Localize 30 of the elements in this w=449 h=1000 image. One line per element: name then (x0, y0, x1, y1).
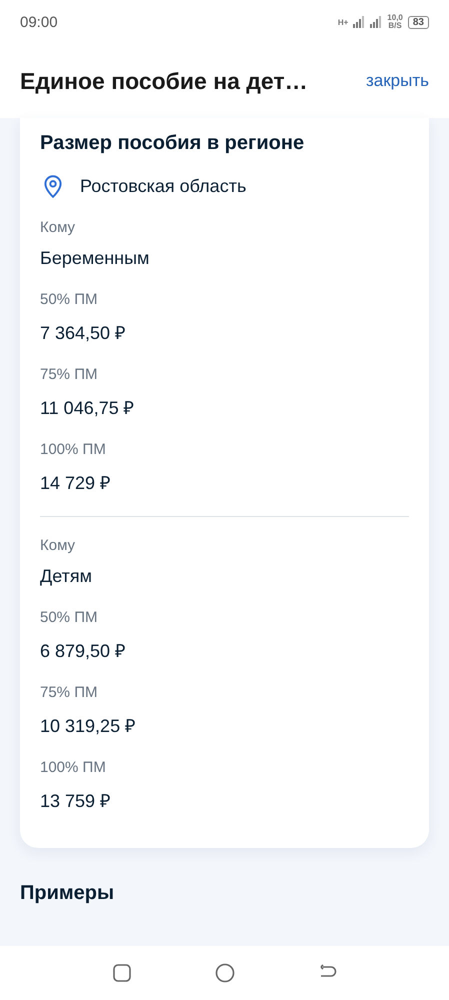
page-title: Единое пособие на дет… (20, 68, 308, 94)
field-value: 10 319,25 ₽ (40, 715, 136, 737)
field-value: Беременным (40, 248, 150, 269)
field-label: 100% ПМ (40, 759, 107, 776)
field-label: 50% ПМ (40, 291, 98, 308)
speed-unit: B/S (388, 22, 402, 30)
status-time: 09:00 (20, 14, 58, 30)
battery-level: 83 (408, 16, 429, 28)
field-value: 14 729 ₽ (40, 472, 112, 494)
field-label: Кому (40, 219, 76, 236)
speed-value: 10,0 (387, 14, 403, 22)
field-value: 6 879,50 ₽ (40, 640, 126, 662)
field-value: 11 046,75 ₽ (40, 397, 135, 419)
field-label: Кому (40, 537, 76, 554)
recent-apps-icon[interactable] (112, 963, 132, 983)
signal-icon (353, 16, 366, 28)
home-icon[interactable] (214, 963, 234, 983)
field-label: 50% ПМ (40, 609, 98, 626)
field-value: 13 759 ₽ (40, 790, 112, 812)
region-name: Ростовская область (80, 176, 246, 196)
field-label: 75% ПМ (40, 684, 98, 701)
network-type: H+ (338, 18, 348, 26)
field-label: 75% ПМ (40, 366, 98, 383)
signal-icon (370, 16, 382, 28)
field-value: Детям (40, 566, 93, 587)
card-title: Размер пособия в регионе (40, 132, 306, 155)
section-title: Примеры (20, 882, 116, 905)
field-label: 100% ПМ (40, 441, 107, 458)
close-link[interactable]: закрыть (366, 71, 429, 91)
field-value: 7 364,50 ₽ (40, 322, 126, 344)
